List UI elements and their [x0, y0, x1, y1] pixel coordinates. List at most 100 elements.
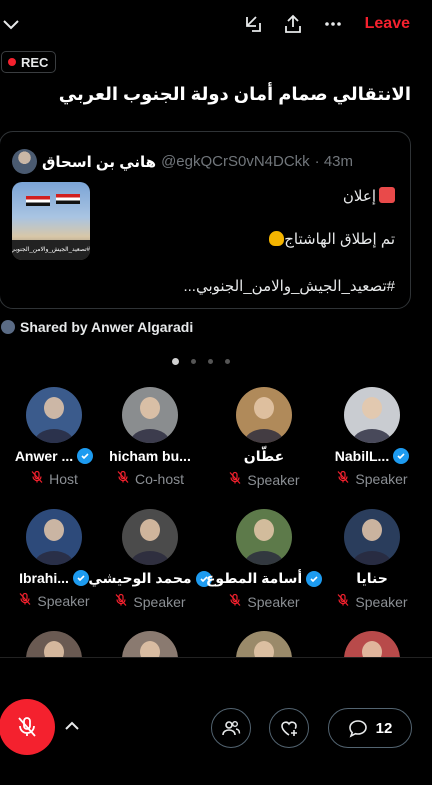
participant-name-text: hicham bu...	[109, 448, 191, 464]
chevron-down-icon[interactable]	[0, 13, 22, 35]
heart-plus-icon	[281, 721, 297, 736]
mic-off-icon	[228, 593, 242, 610]
participant-card[interactable]: حنايا Speaker	[318, 509, 426, 610]
participant-role: Host	[0, 470, 108, 487]
pinned-tweet-card[interactable]: هاني بن اسحاق @egkQCrS0vN4DCkk · 43m #تص…	[0, 131, 411, 309]
participant-avatar[interactable]	[122, 631, 178, 657]
participants-grid: Anwer ... Host hicham bu... Co-host عطّان Spe…	[0, 385, 432, 657]
share-icon[interactable]	[282, 13, 304, 35]
participant-name: محمد الوحيشي	[88, 570, 212, 587]
participant-card[interactable]: عطّان Speaker	[210, 387, 318, 488]
verified-badge-icon	[77, 448, 94, 464]
participant-card[interactable]: محمد الوحيشي Speaker	[88, 509, 212, 610]
rec-label: REC	[21, 54, 49, 70]
bottom-controls: 12	[0, 676, 432, 785]
participant-card[interactable]: hicham bu... Co-host	[96, 387, 204, 487]
participant-avatar[interactable]	[26, 387, 82, 443]
people-button[interactable]	[211, 708, 251, 748]
more-icon[interactable]	[322, 13, 344, 35]
tweet-line: تم إطلاق الهاشتاج	[265, 230, 395, 248]
tweet-author-avatar[interactable]	[12, 149, 37, 174]
participant-avatar[interactable]	[26, 631, 82, 657]
shared-by-label: Shared by Anwer Algaradi	[20, 319, 194, 335]
participant-name: Anwer ...	[0, 448, 108, 464]
mic-off-icon	[30, 470, 44, 487]
participant-avatar[interactable]	[122, 509, 178, 565]
participant-avatar[interactable]	[236, 509, 292, 565]
participant-role: Co-host	[96, 470, 204, 487]
tweet-line: إعلان	[343, 187, 395, 205]
participant-avatar[interactable]	[122, 387, 178, 443]
participant-name: عطّان	[210, 448, 318, 465]
mic-off-icon	[18, 592, 32, 609]
participant-card[interactable]: NabilL... Speaker	[318, 387, 426, 487]
participant-name-text: Anwer ...	[14, 448, 74, 464]
participant-card[interactable]	[318, 631, 426, 657]
participant-card[interactable]: Anwer ... Host	[0, 387, 108, 487]
verified-badge-icon	[72, 570, 89, 586]
mic-off-icon	[228, 471, 242, 488]
flag-icon	[56, 194, 80, 204]
pagination-dots	[172, 358, 230, 365]
participant-name-text: حنايا	[356, 570, 388, 586]
participant-role-text: Speaker	[355, 593, 408, 610]
participant-role: Speaker	[318, 470, 426, 487]
participant-name-text: عطّان	[243, 448, 285, 464]
mic-off-icon	[116, 470, 130, 487]
participant-role-text: Host	[49, 470, 78, 487]
recording-badge: REC	[1, 51, 57, 73]
participant-role-text: Speaker	[37, 592, 90, 609]
minimize-icon[interactable]	[242, 13, 264, 35]
siren-icon	[379, 187, 395, 203]
tweet-author-name[interactable]: هاني بن اسحاق	[42, 153, 156, 171]
participant-avatar[interactable]	[344, 387, 400, 443]
tweet-image-caption-strip: #تصعيد_الجيش_والامن_الجنوبي	[12, 240, 90, 260]
page-dot[interactable]	[172, 358, 179, 365]
leave-button[interactable]: Leave	[365, 15, 410, 33]
page-dot[interactable]	[208, 359, 213, 364]
participant-card[interactable]	[96, 631, 204, 657]
mic-off-icon	[18, 717, 36, 737]
participant-avatar[interactable]	[26, 509, 82, 565]
verified-badge-icon	[393, 448, 410, 464]
participant-role: Speaker	[0, 592, 108, 609]
participant-avatar[interactable]	[236, 631, 292, 657]
divider	[0, 657, 432, 658]
tweet-hashtag[interactable]: #تصعيد_الجيش_والامن_الجنوبي...	[183, 277, 395, 295]
participant-name-text: Ibrahi...	[19, 570, 69, 586]
replies-button[interactable]: 12	[328, 708, 412, 748]
participant-avatar[interactable]	[344, 509, 400, 565]
space-title: الانتقالي صمام أمان دولة الجنوب العربي	[58, 84, 411, 104]
participant-role-text: Speaker	[247, 471, 300, 488]
chevron-up-icon[interactable]	[62, 716, 82, 736]
rec-dot-icon	[8, 58, 16, 66]
tweet-image[interactable]: #تصعيد_الجيش_والامن_الجنوبي	[12, 182, 90, 260]
participant-name-text: محمد الوحيشي	[88, 570, 192, 586]
participant-avatar[interactable]	[236, 387, 292, 443]
participant-role: Speaker	[96, 593, 204, 610]
sharer-avatar-icon	[1, 320, 15, 334]
flag-icon	[26, 196, 50, 206]
chat-bubble-icon	[348, 720, 367, 738]
page-dot[interactable]	[191, 359, 196, 364]
participant-name: hicham bu...	[96, 448, 204, 464]
shared-by: Shared by Anwer Algaradi	[1, 319, 193, 335]
participant-card[interactable]: Ibrahi... Speaker	[0, 509, 108, 609]
participant-card[interactable]	[0, 631, 108, 657]
participant-role: Speaker	[318, 593, 426, 610]
participant-card[interactable]	[210, 631, 318, 657]
tweet-author-handle: @egkQCrS0vN4DCkk	[161, 153, 310, 170]
react-button[interactable]	[269, 708, 309, 748]
page-dot[interactable]	[225, 359, 230, 364]
participant-avatar[interactable]	[344, 631, 400, 657]
tweet-header: هاني بن اسحاق @egkQCrS0vN4DCkk · 43m	[12, 149, 353, 174]
participant-role: Speaker	[210, 593, 318, 610]
mic-toggle-button[interactable]	[0, 699, 55, 755]
participant-card[interactable]: أسامة المطوع Speaker	[206, 509, 323, 610]
tweet-time: · 43m	[314, 153, 353, 170]
participant-role-text: Co-host	[134, 470, 185, 487]
participant-name: أسامة المطوع	[206, 570, 323, 587]
mic-off-icon	[336, 470, 350, 487]
participant-role-text: Speaker	[355, 470, 408, 487]
top-bar: Leave	[0, 0, 432, 48]
